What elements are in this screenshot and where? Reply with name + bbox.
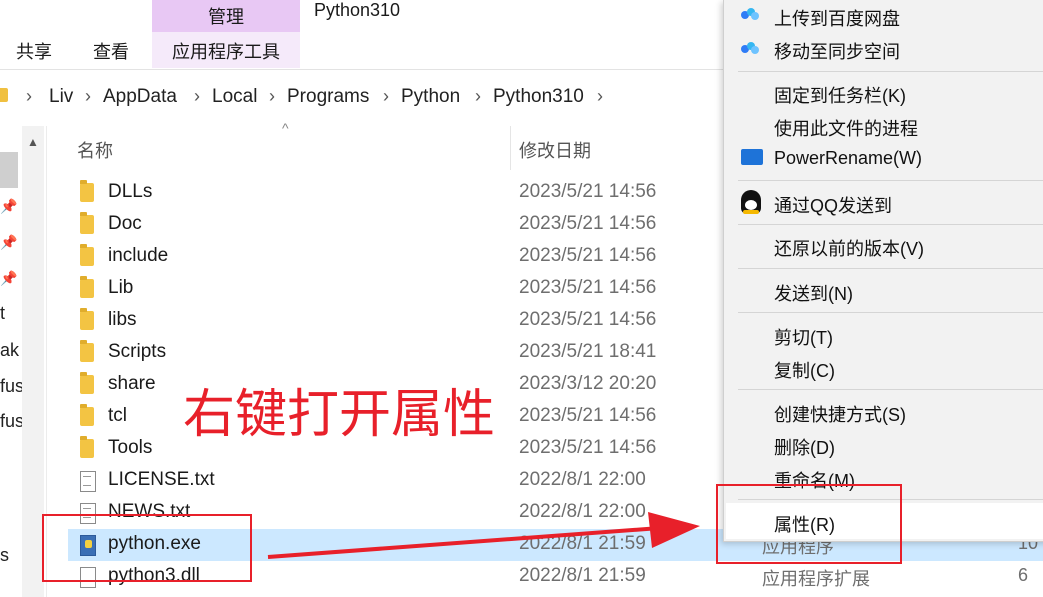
annotation-arrow-icon xyxy=(267,512,700,559)
